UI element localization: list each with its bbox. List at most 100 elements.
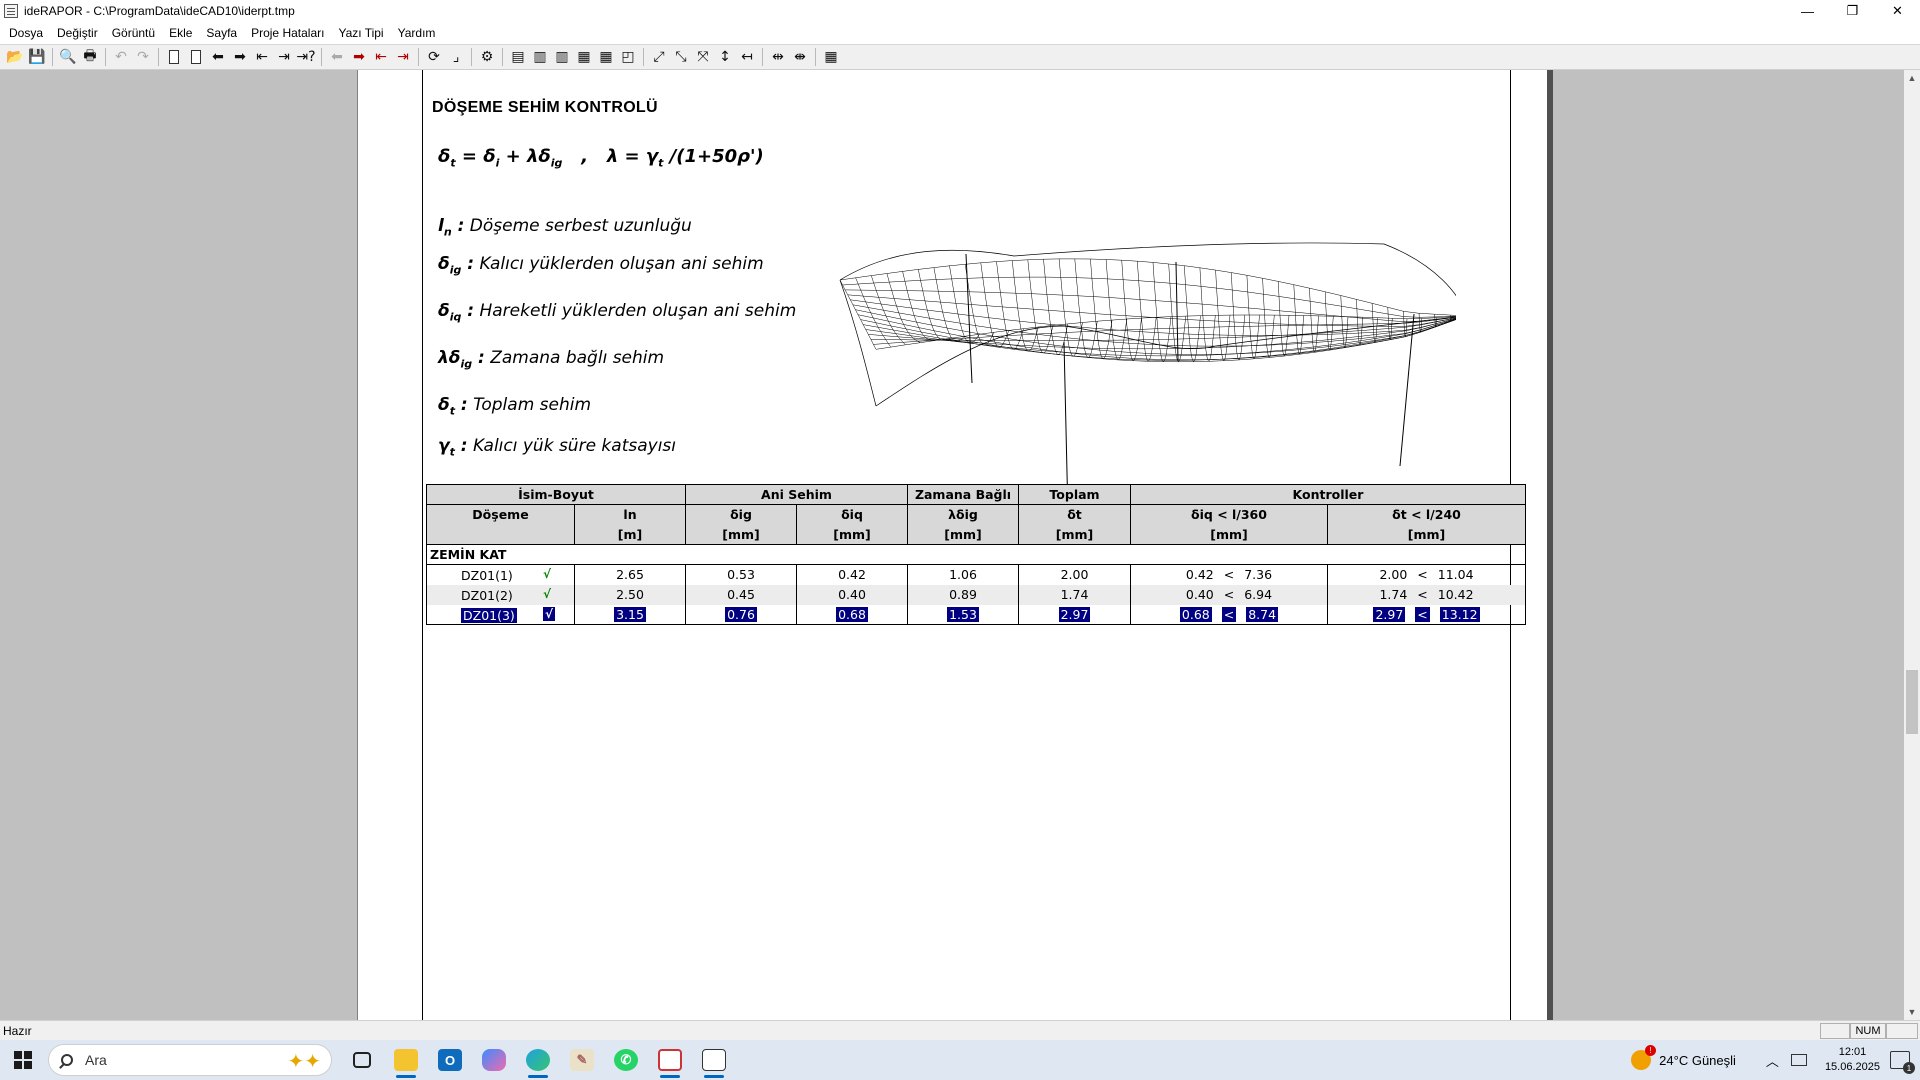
weather-widget[interactable]: 24°C Güneşli xyxy=(1631,1045,1736,1070)
report-workspace[interactable]: DÖŞEME SEHİM KONTROLÜ δt = δi + λδig , λ… xyxy=(0,70,1904,1020)
table-row-selected[interactable]: DZ01(3) √ 3.15 0.76 0.68 1.53 2.97 0.68 <8… xyxy=(426,604,1526,625)
save-icon[interactable]: 💾 xyxy=(26,46,48,68)
next-error-icon[interactable]: ➡ xyxy=(348,46,370,68)
zoom-width-icon[interactable]: ↤ xyxy=(736,46,758,68)
start-button[interactable] xyxy=(0,1040,46,1080)
edge-icon[interactable] xyxy=(516,1040,560,1080)
scroll-up-icon[interactable]: ▲ xyxy=(1904,70,1920,86)
toolbar-separator xyxy=(471,48,472,66)
zoom-fit-icon[interactable]: ⤧ xyxy=(692,46,714,68)
menu-ekle[interactable]: Ekle xyxy=(162,26,199,40)
cell-ldig: 1.06 xyxy=(907,564,1019,585)
network-icon[interactable] xyxy=(1790,1054,1807,1066)
undo-icon[interactable]: ↶ xyxy=(110,46,132,68)
view-single-icon[interactable]: ▤ xyxy=(507,46,529,68)
toolbar-separator xyxy=(321,48,322,66)
zoom-height-icon[interactable]: ↕ xyxy=(714,46,736,68)
first-page-icon[interactable]: ⇤ xyxy=(251,46,273,68)
file-explorer-icon[interactable] xyxy=(384,1040,428,1080)
deflection-table: İsim-Boyut Ani Sehim Zamana Bağlı Toplam… xyxy=(426,484,1526,625)
scroll-thumb[interactable] xyxy=(1906,670,1918,734)
menu-goruntu[interactable]: Görüntü xyxy=(105,26,162,40)
task-view-icon[interactable] xyxy=(340,1040,384,1080)
check-icon: √ xyxy=(543,586,552,601)
menu-yardim[interactable]: Yardım xyxy=(391,26,443,40)
menu-dosya[interactable]: Dosya xyxy=(2,26,50,40)
mesh-line xyxy=(1199,267,1216,362)
mesh-line xyxy=(1450,315,1452,322)
iderapor-icon[interactable] xyxy=(692,1040,736,1080)
mesh-line xyxy=(855,309,1456,355)
prev-error-icon[interactable]: ⬅ xyxy=(326,46,348,68)
merge-icon[interactable]: ⇼ xyxy=(789,46,811,68)
notification-icon[interactable] xyxy=(1890,1051,1915,1074)
goto-page-icon[interactable]: ⇥? xyxy=(295,46,317,68)
last-error-icon[interactable]: ⇥ xyxy=(392,46,414,68)
view-columns-icon[interactable]: ▥ xyxy=(551,46,573,68)
page-layout-icon[interactable] xyxy=(163,46,185,68)
section-row: ZEMİN KAT xyxy=(426,544,1526,565)
help-page-icon[interactable] xyxy=(185,46,207,68)
group-ani-sehim: Ani Sehim xyxy=(685,484,908,505)
view-grid-icon[interactable]: ▦ xyxy=(595,46,617,68)
unit-ldig: [mm] xyxy=(907,524,1019,545)
paint-icon[interactable]: ✎ xyxy=(560,1040,604,1080)
menu-yazi-tipi[interactable]: Yazı Tipi xyxy=(331,26,390,40)
taskbar-search[interactable]: Ara ✦✦ xyxy=(48,1044,332,1076)
first-error-icon[interactable]: ⇤ xyxy=(370,46,392,68)
mesh-line xyxy=(845,289,1456,322)
legend-ln: ln : Döşeme serbest uzunluğu xyxy=(438,216,692,239)
close-button[interactable]: ✕ xyxy=(1875,0,1920,22)
minimize-button[interactable]: — xyxy=(1785,0,1830,22)
toolbar-separator xyxy=(643,48,644,66)
toolbar-separator xyxy=(762,48,763,66)
menu-sayfa[interactable]: Sayfa xyxy=(199,26,244,40)
outlook-icon[interactable]: O xyxy=(428,1040,472,1080)
table-row[interactable]: DZ01(2) √ 2.50 0.45 0.40 0.89 1.74 0.40 <6… xyxy=(426,584,1526,605)
cell-c1a: 0.40 xyxy=(1185,587,1214,602)
clock[interactable]: 12:01 15.06.2025 xyxy=(1825,1045,1880,1075)
chevron-up-icon[interactable]: ︿ xyxy=(1766,1051,1779,1070)
unit-doseme xyxy=(426,524,575,545)
whatsapp-icon[interactable]: ✆ xyxy=(604,1040,648,1080)
print-preview-icon[interactable]: 🔍 xyxy=(57,46,79,68)
app-icon[interactable] xyxy=(648,1040,692,1080)
page-break-icon[interactable]: ⌟ xyxy=(445,46,467,68)
col-control-360: δiq < l/360 xyxy=(1130,504,1328,525)
open-icon[interactable]: 📂 xyxy=(4,46,26,68)
group-toplam: Toplam xyxy=(1018,484,1131,505)
toolbar-separator xyxy=(158,48,159,66)
print-icon[interactable]: 🖶 xyxy=(79,46,101,68)
tools-icon[interactable]: ⚙ xyxy=(476,46,498,68)
restore-button[interactable]: ❐ xyxy=(1830,0,1875,22)
calculator-icon[interactable]: ▦ xyxy=(820,46,842,68)
sun-icon xyxy=(1631,1045,1657,1070)
copilot-icon[interactable] xyxy=(472,1040,516,1080)
zoom-out-icon[interactable]: ⤡ xyxy=(670,46,692,68)
window-title: ideRAPOR - C:\ProgramData\ideCAD10\iderp… xyxy=(24,4,295,18)
zoom-in-icon[interactable]: ⤢ xyxy=(648,46,670,68)
prev-page-icon[interactable]: ⬅ xyxy=(207,46,229,68)
title-bar: ideRAPOR - C:\ProgramData\ideCAD10\iderp… xyxy=(0,0,1920,22)
cell-dt: 2.00 xyxy=(1018,564,1131,585)
menu-proje-hatalari[interactable]: Proje Hataları xyxy=(244,26,331,40)
table-row[interactable]: DZ01(1) √ 2.65 0.53 0.42 1.06 2.00 0.42 <7… xyxy=(426,564,1526,585)
scroll-down-icon[interactable]: ▼ xyxy=(1904,1004,1920,1020)
view-right-icon[interactable]: ▦ xyxy=(573,46,595,68)
report-heading: DÖŞEME SEHİM KONTROLÜ xyxy=(432,99,658,116)
redo-icon[interactable]: ↷ xyxy=(132,46,154,68)
check-icon: √ xyxy=(543,567,552,581)
group-kontroller: Kontroller xyxy=(1130,484,1526,505)
vertical-scrollbar[interactable]: ▲ ▼ xyxy=(1904,70,1920,1020)
last-page-icon[interactable]: ⇥ xyxy=(273,46,295,68)
view-frame-icon[interactable]: ◰ xyxy=(617,46,639,68)
check-icon: √ xyxy=(543,606,556,621)
table-units: [m] [mm] [mm] [mm] [mm] [mm] [mm] xyxy=(426,524,1526,545)
section-zemin-kat: ZEMİN KAT xyxy=(426,544,1526,565)
view-left-icon[interactable]: ▥ xyxy=(529,46,551,68)
next-page-icon[interactable]: ➡ xyxy=(229,46,251,68)
cell-c2b: 10.42 xyxy=(1437,587,1474,602)
split-icon[interactable]: ⇹ xyxy=(767,46,789,68)
refresh-icon[interactable]: ⟳ xyxy=(423,46,445,68)
menu-degistir[interactable]: Değiştir xyxy=(50,26,105,40)
